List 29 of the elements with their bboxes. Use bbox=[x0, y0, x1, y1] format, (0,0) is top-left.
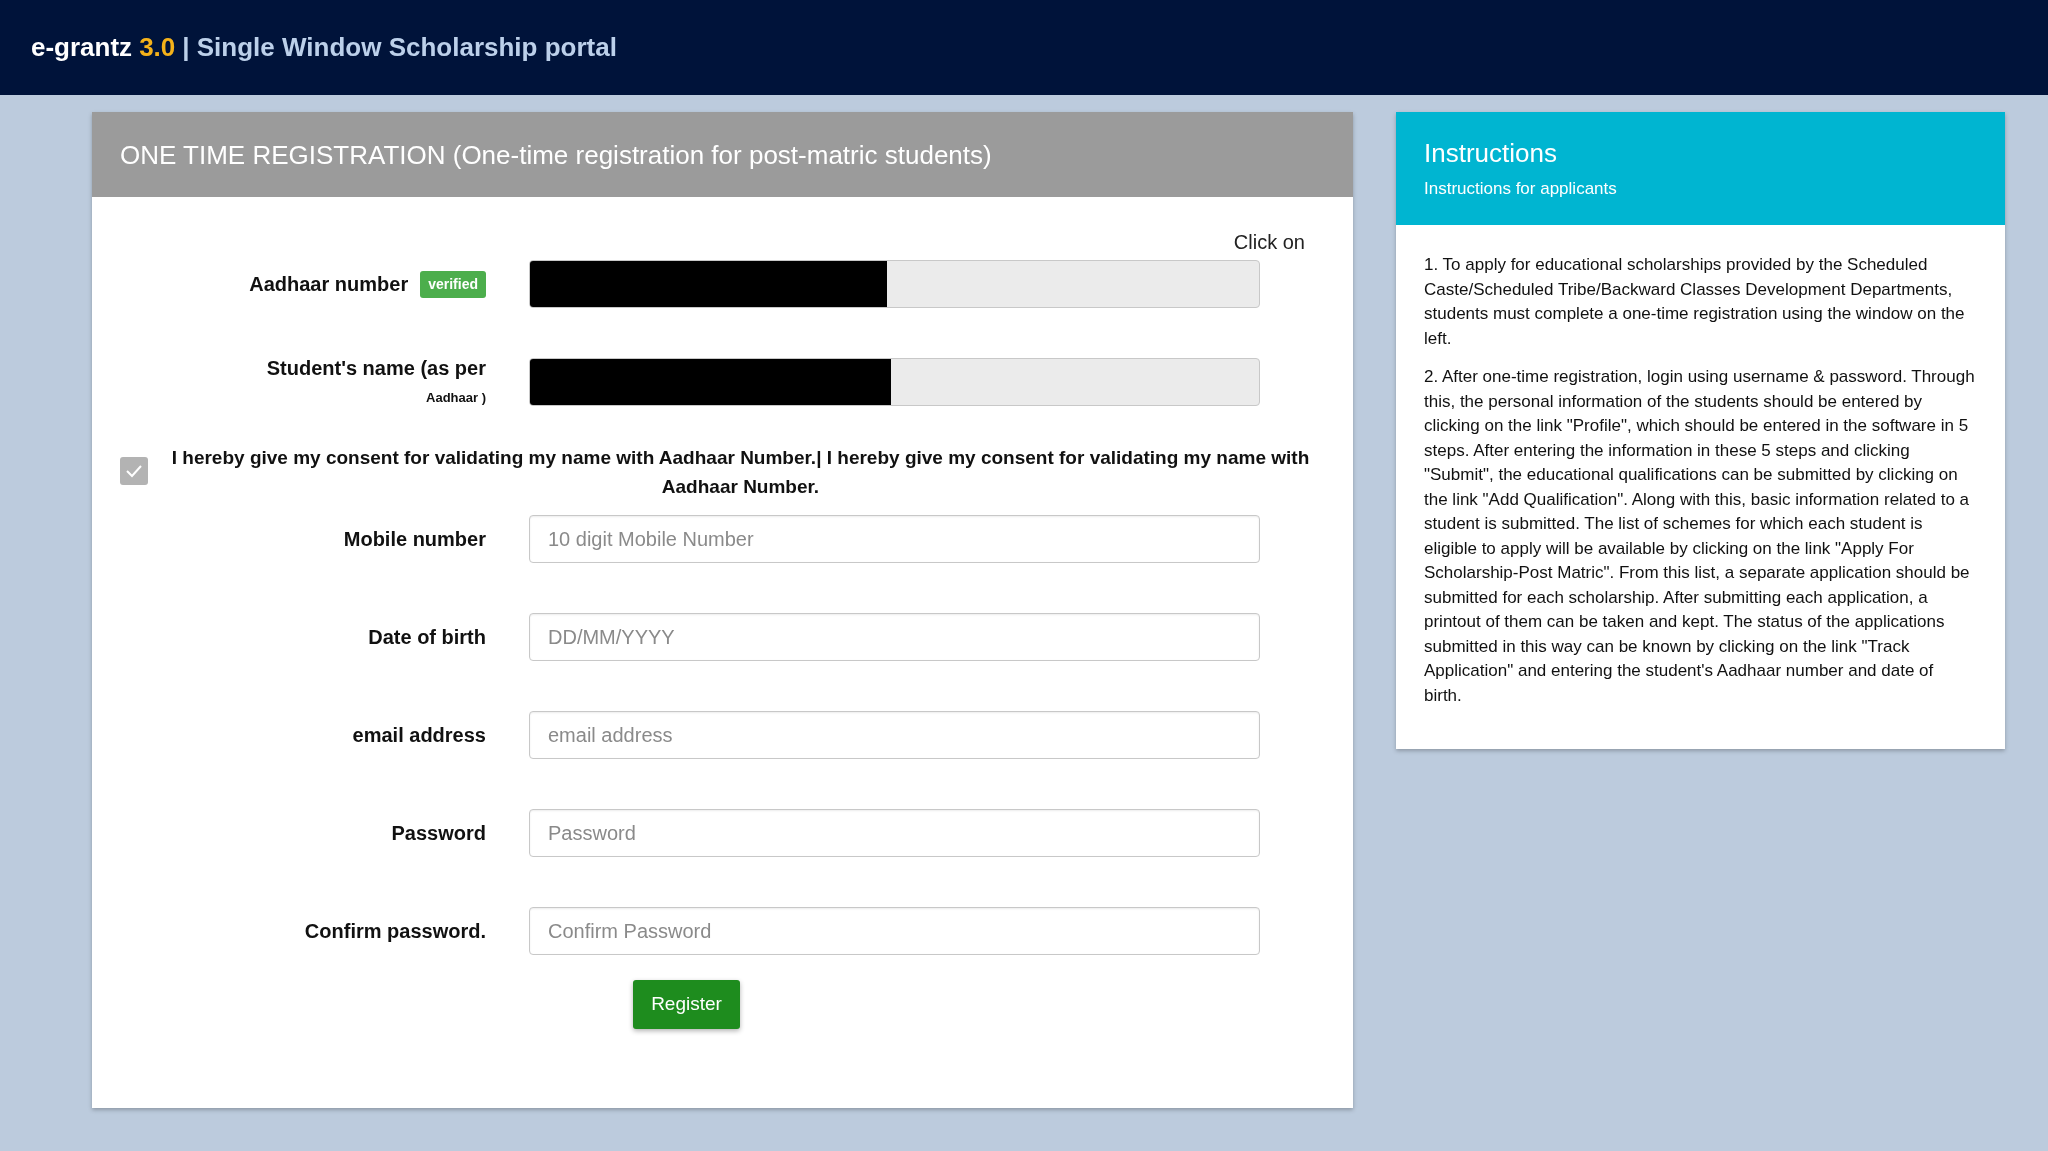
input-field[interactable]: DD/MM/YYYY bbox=[529, 613, 1260, 661]
hint-text: Click on bbox=[1233, 230, 1305, 255]
register-button[interactable]: Register bbox=[633, 980, 740, 1029]
input-field[interactable] bbox=[529, 260, 1260, 308]
field-label: Date of birth bbox=[368, 625, 486, 649]
field-label: email address bbox=[352, 723, 486, 747]
field-label: Aadhaar number bbox=[249, 272, 409, 296]
input-field[interactable]: 10 digit Mobile Number bbox=[529, 515, 1260, 563]
registration-title: ONE TIME REGISTRATION (One-time registration for post-matric students) bbox=[120, 139, 993, 172]
consent-checkbox[interactable] bbox=[120, 457, 148, 485]
input-field[interactable]: Confirm Password bbox=[529, 907, 1260, 955]
verified-badge: verified bbox=[420, 270, 486, 298]
brand-name: e-grantz bbox=[31, 31, 133, 64]
field-label: Student's name (as per bbox=[266, 356, 486, 381]
input-field[interactable]: email address bbox=[529, 711, 1260, 759]
field-label: Mobile number bbox=[343, 527, 486, 551]
field-label-note: Aadhaar ) bbox=[426, 389, 486, 408]
version-number: 3.0 bbox=[139, 31, 176, 64]
input-field[interactable] bbox=[529, 358, 1260, 406]
field-label: Password bbox=[391, 821, 486, 845]
portal-title: | Single Window Scholarship portal bbox=[182, 31, 617, 64]
instruction-paragraph: 1. To apply for educational scholarships provided by the Scheduled Caste/Scheduled Tribe/Backward Classes Development Departments, students must complete a one-time registration using the window on the left. bbox=[1424, 254, 1966, 350]
instructions-title: Instructions bbox=[1424, 138, 1558, 168]
instruction-paragraph: 2. After one-time registration, login using username & password. Through this, the personal information of the students should be entered by clicking on the link "Profile", which should be entered in the software in 5 steps. After entering the information in these 5 steps and clicking "Submit", the educational qualifications can be submitted by clicking on the link "Add Qualification". Along with this, basic information related to a student is submitted. The list of schemes for which each student is eligible to apply will be available by clicking on the link "Apply For Scholarship-Post Matric". From this list, a separate application should be submitted for each scholarship. After submitting each application, a printout of them can be taken and kept. The status of the applications submitted in this way can be known by clicking on the link "Track Application" and entering the student's Aadhaar number and date of birth. bbox=[1424, 366, 1975, 707]
consent-text: I hereby give my consent for validating my name with Aadhaar Number.| I hereby give my consent for validating my name with Aadhaar Number. bbox=[170, 446, 1311, 499]
input-field[interactable]: Password bbox=[529, 809, 1260, 857]
field-label: Confirm password. bbox=[304, 919, 486, 943]
check-icon bbox=[125, 464, 143, 478]
instructions-subtitle: Instructions for applicants bbox=[1424, 178, 1618, 200]
